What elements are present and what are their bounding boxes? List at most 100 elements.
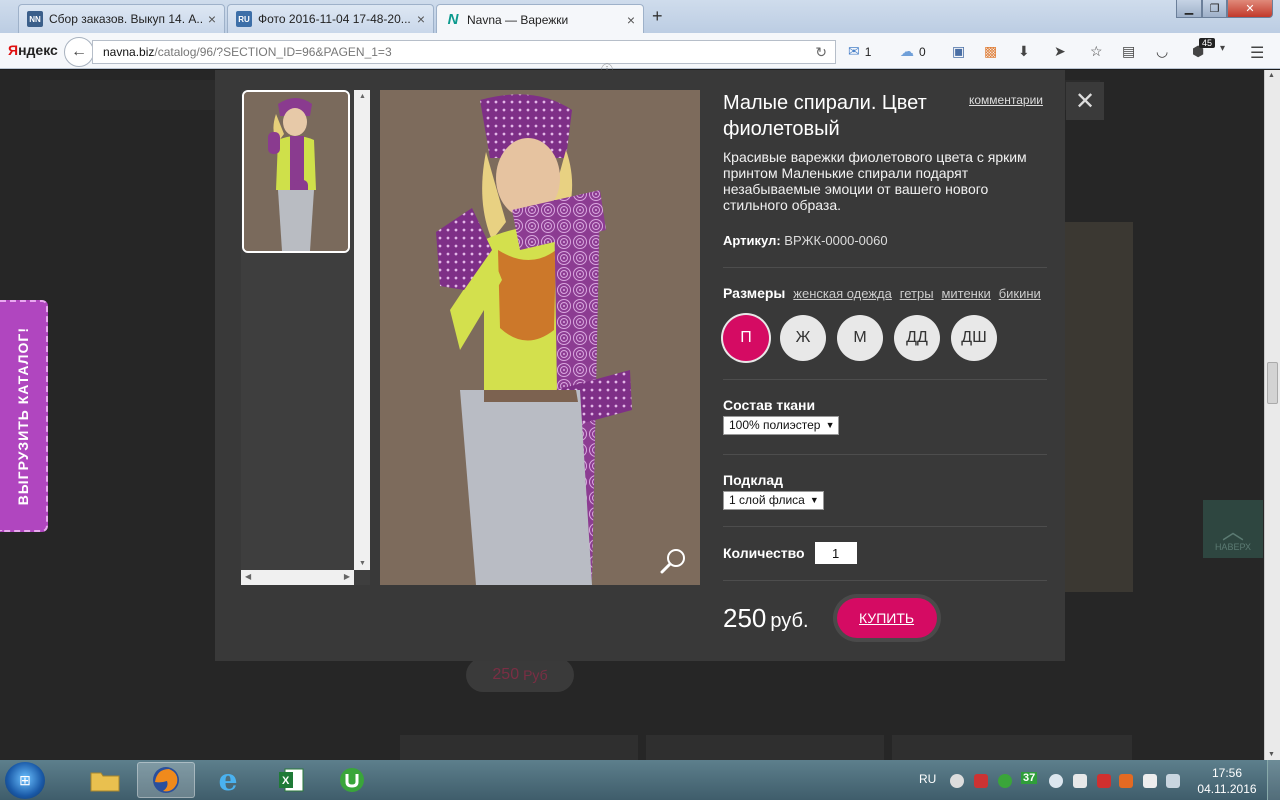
export-catalog-tab[interactable]: ВЫГРУЗИТЬ КАТАЛОГ!: [0, 300, 48, 532]
quantity-input[interactable]: 1: [814, 542, 857, 564]
download-icon[interactable]: ⬇: [1018, 43, 1030, 60]
size-options: П Ж М ДД ДШ: [723, 315, 1047, 361]
firefox-icon: [153, 767, 179, 793]
tab-close-icon[interactable]: ×: [627, 12, 635, 28]
utorrent-icon: [340, 768, 364, 792]
windows-logo-icon: ⊞: [19, 772, 31, 788]
sizes-label: Размеры: [723, 285, 786, 301]
bookmark-star-icon[interactable]: ☆: [1090, 43, 1103, 60]
scroll-up-arrow-icon[interactable]: ▲: [1268, 72, 1275, 79]
mail-count: 1: [864, 44, 872, 59]
size-link-leggings[interactable]: гетры: [900, 286, 934, 301]
comments-link[interactable]: комментарии: [969, 93, 1043, 107]
bookmark-ext-icon[interactable]: ▣: [952, 43, 965, 60]
price-unit: руб.: [770, 609, 809, 632]
scroll-down-arrow-icon[interactable]: ▼: [359, 560, 366, 567]
size-link-womens-clothing[interactable]: женская одежда: [793, 286, 892, 301]
back-button[interactable]: ←: [64, 37, 94, 67]
lining-label: Подклад: [723, 472, 784, 488]
product-thumbnail[interactable]: [242, 90, 350, 253]
bg-product-card: [646, 735, 884, 760]
price-value: 250: [723, 602, 767, 633]
bg-price-button[interactable]: 250 Руб: [466, 658, 574, 692]
send-icon[interactable]: ➤: [1054, 43, 1066, 60]
tab-favicon-nn: NN: [27, 11, 43, 27]
tray-device-icon[interactable]: [1143, 774, 1157, 788]
quantity-label: Количество: [723, 545, 805, 561]
size-option-dd[interactable]: ДД: [894, 315, 940, 361]
scroll-left-arrow-icon[interactable]: ◀: [245, 572, 251, 581]
tray-utorrent-icon[interactable]: [998, 774, 1012, 788]
zoom-magnifier-icon[interactable]: [660, 547, 688, 575]
yandex-logo[interactable]: Яндекс: [8, 42, 58, 58]
keyboard-language[interactable]: RU: [919, 772, 936, 786]
fabric-label: Состав ткани: [723, 397, 816, 413]
buy-button[interactable]: КУПИТЬ: [836, 598, 937, 638]
size-link-mitts[interactable]: митенки: [941, 286, 990, 301]
tray-volume-icon[interactable]: [1073, 774, 1087, 788]
tab-close-icon[interactable]: ×: [208, 11, 216, 27]
browser-tab-photo[interactable]: RU Фото 2016-11-04 17-48-20.... ×: [227, 4, 434, 33]
show-desktop-button[interactable]: [1267, 760, 1280, 800]
new-tab-icon[interactable]: +: [652, 6, 663, 27]
system-clock[interactable]: 17:56 04.11.2016: [1197, 765, 1257, 797]
weather-button[interactable]: ☁ 0: [900, 43, 926, 60]
scroll-to-top-button[interactable]: ︿ НАВЕРХ: [1203, 500, 1263, 558]
fabric-select[interactable]: 100% полиэстер ▼: [723, 416, 840, 435]
browser-tab-navna[interactable]: N Navna — Варежки ×: [436, 4, 644, 34]
window-maximize-icon[interactable]: ❐: [1202, 0, 1227, 18]
pocket-icon[interactable]: ◡: [1156, 43, 1168, 60]
window-close-icon[interactable]: ✕: [1227, 0, 1273, 18]
tray-signal-icon[interactable]: [1166, 774, 1180, 788]
page-scrollbar-thumb[interactable]: [1267, 362, 1278, 404]
window-minimize-icon[interactable]: ▁: [1176, 0, 1202, 18]
sizes-header: Размеры женская одежда гетры митенки бик…: [723, 285, 1047, 301]
mail-button[interactable]: ✉ 1: [848, 43, 871, 60]
size-option-p[interactable]: П: [723, 315, 769, 361]
thumbnail-horizontal-scrollbar[interactable]: ◀ ▶: [241, 570, 354, 585]
taskbar-firefox[interactable]: [137, 762, 195, 798]
mail-icon: ✉: [848, 43, 860, 59]
taskbar-ie[interactable]: e: [199, 762, 257, 798]
tab-close-icon[interactable]: ×: [417, 11, 425, 27]
thumbnail-vertical-scrollbar[interactable]: ▲ ▼: [354, 90, 370, 570]
product-main-image[interactable]: [380, 90, 700, 585]
tray-alert-icon[interactable]: [1119, 774, 1133, 788]
size-link-bikini[interactable]: бикини: [999, 286, 1041, 301]
scroll-up-arrow-icon[interactable]: ▲: [359, 93, 366, 100]
reload-icon[interactable]: ↻: [815, 44, 827, 61]
scroll-right-arrow-icon[interactable]: ▶: [344, 572, 350, 581]
tab-label: Navna — Варежки: [467, 12, 569, 27]
tray-flag-icon[interactable]: [974, 774, 988, 788]
menu-icon[interactable]: ☰: [1250, 43, 1264, 63]
taskbar-excel[interactable]: X: [262, 762, 320, 798]
tray-counter[interactable]: 37: [1021, 772, 1038, 784]
chevron-up-icon: ︿: [1221, 519, 1244, 544]
clock-time: 17:56: [1211, 766, 1243, 780]
browser-tab-orders[interactable]: NN Сбор заказов. Выкуп 14. А... ×: [18, 4, 225, 33]
lining-select[interactable]: 1 слой флиса ▼: [723, 491, 824, 510]
divider: [723, 526, 1047, 527]
tray-gear-icon[interactable]: [950, 774, 964, 788]
tab-label: Фото 2016-11-04 17-48-20....: [258, 12, 411, 26]
tray-network-icon[interactable]: [1049, 774, 1063, 788]
clock-date: 04.11.2016: [1197, 782, 1257, 796]
reading-list-icon[interactable]: ▤: [1122, 43, 1135, 60]
extension-icon[interactable]: ▩: [984, 43, 997, 60]
taskbar-explorer[interactable]: [76, 762, 134, 798]
lining-value: 1 слой флиса: [729, 493, 805, 507]
address-bar[interactable]: ⓘ navna.biz/catalog/96/?SECTION_ID=96&PA…: [92, 40, 836, 77]
scroll-down-arrow-icon[interactable]: ▼: [1268, 751, 1275, 758]
url-host: navna.biz: [103, 45, 155, 59]
quantity-section: Количество 1: [723, 542, 1047, 564]
size-option-dsh[interactable]: ДШ: [951, 315, 997, 361]
page-scrollbar[interactable]: ▲ ▼: [1264, 70, 1280, 760]
taskbar-utorrent[interactable]: [323, 762, 381, 798]
size-option-zh[interactable]: Ж: [780, 315, 826, 361]
start-button[interactable]: ⊞: [5, 762, 45, 799]
chevron-down-icon[interactable]: ▾: [1220, 43, 1225, 54]
tray-shield-icon[interactable]: [1097, 774, 1111, 788]
sizes-section: Размеры женская одежда гетры митенки бик…: [723, 285, 1047, 361]
size-option-m[interactable]: М: [837, 315, 883, 361]
modal-close-button[interactable]: ✕: [1066, 82, 1104, 120]
